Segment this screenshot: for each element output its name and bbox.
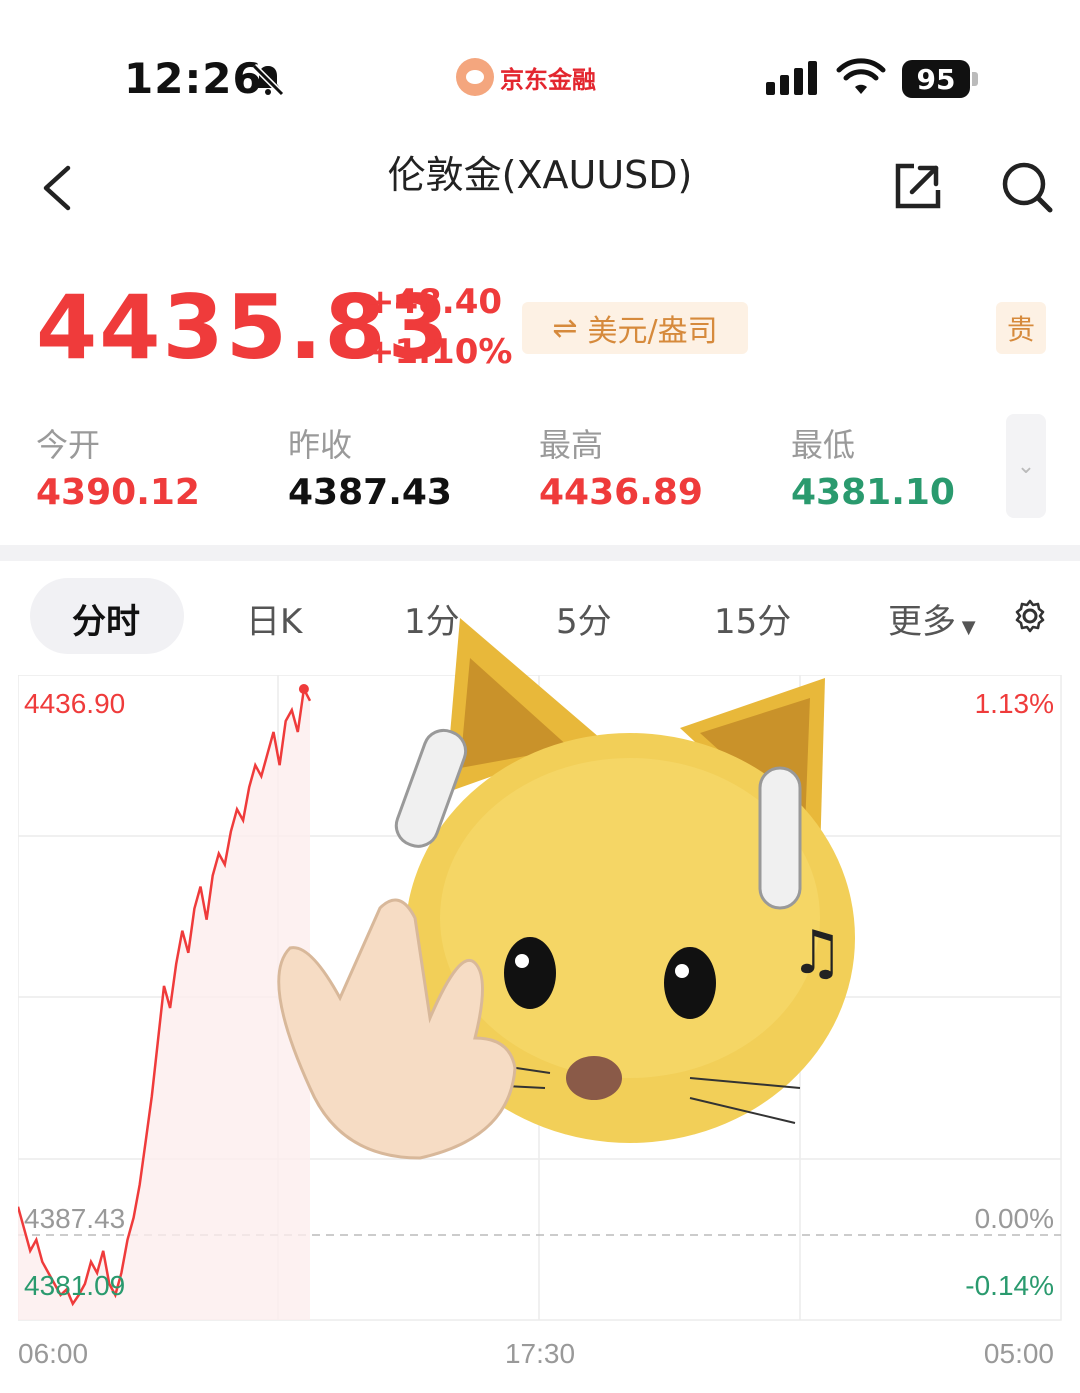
stat-label-open: 今开	[36, 426, 101, 464]
y-label-high: 4436.90	[24, 688, 125, 719]
stat-label-low: 最低	[791, 426, 856, 464]
cellular-signal-icon	[766, 60, 822, 100]
expand-stats-button[interactable]: ⌄	[1006, 414, 1046, 518]
pct-label-low: -0.14%	[965, 1270, 1054, 1301]
currency-toggle-button[interactable]: ⇌ 美元/盎司	[522, 302, 748, 354]
swap-icon: ⇌	[552, 310, 578, 346]
price-change-percent: +1.10%	[366, 332, 513, 372]
tab-more[interactable]: 更多 ▼	[888, 594, 976, 643]
x-label-mid: 17:30	[505, 1338, 575, 1369]
stat-value-open: 4390.12	[36, 472, 200, 513]
settings-gear-icon[interactable]	[1012, 598, 1048, 638]
battery-level: 95	[916, 62, 956, 96]
x-label-end: 05:00	[984, 1338, 1054, 1369]
stat-value-high: 4436.89	[539, 472, 703, 513]
search-icon[interactable]	[1000, 160, 1054, 218]
price-change: +48.40	[366, 282, 503, 322]
cat-emoji-sticker: ♫	[277, 618, 855, 1160]
chevron-down-icon: ⌄	[1016, 453, 1036, 479]
caret-down-icon: ▼	[956, 617, 976, 638]
metal-category-tag: 贵	[996, 302, 1046, 354]
y-label-ref: 4387.43	[24, 1203, 125, 1234]
status-time: 12:26	[124, 54, 263, 103]
stat-value-prev-close: 4387.43	[288, 472, 452, 513]
pct-label-ref: 0.00%	[975, 1203, 1054, 1234]
wifi-icon	[836, 58, 886, 102]
y-label-low: 4381.09	[24, 1270, 125, 1301]
stat-label-prev-close: 昨收	[288, 426, 353, 464]
bell-mute-icon	[250, 62, 286, 102]
x-label-start: 06:00	[18, 1338, 88, 1369]
stat-value-low: 4381.10	[791, 472, 955, 513]
jd-finance-logo-icon	[456, 58, 494, 96]
currency-label: 美元/盎司	[587, 314, 718, 349]
app-name: 京东金融	[500, 65, 596, 94]
tab-more-label: 更多	[888, 602, 956, 642]
stat-label-high: 最高	[539, 426, 604, 464]
app-brand: 京东金融	[456, 54, 596, 100]
pct-label-high: 1.13%	[975, 688, 1054, 719]
battery-tip	[972, 72, 978, 86]
section-divider	[0, 545, 1080, 561]
tab-intraday[interactable]: 分时	[72, 594, 140, 643]
battery-icon: 95	[902, 60, 970, 98]
svg-text:♫: ♫	[790, 918, 844, 988]
share-icon[interactable]	[892, 160, 944, 216]
